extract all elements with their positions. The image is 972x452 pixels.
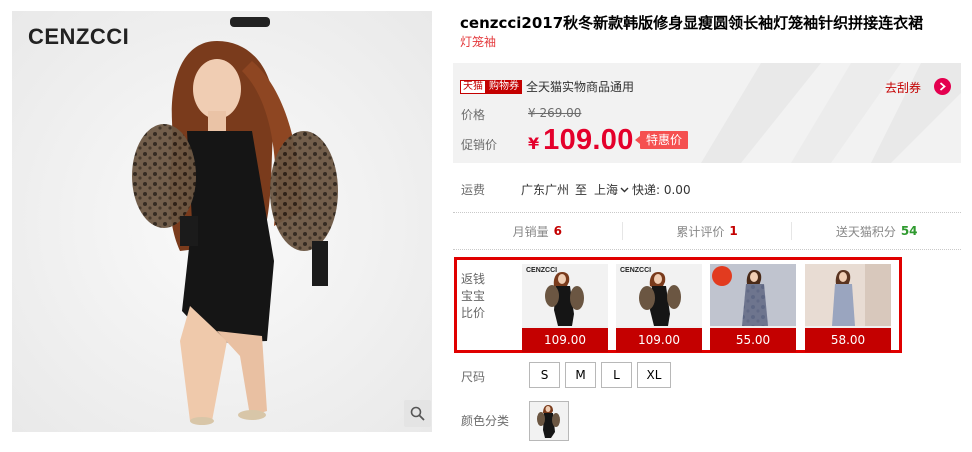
compare-item[interactable]: 58.00: [805, 264, 891, 352]
compare-brand-logo: CENZCCI: [620, 267, 652, 274]
chevron-right-icon[interactable]: [934, 78, 951, 95]
currency-symbol: ¥: [528, 134, 540, 153]
product-title: cenzcci2017秋冬新款韩版修身显瘦圆领长袖灯笼袖针织拼接连衣裙: [460, 14, 924, 32]
stat-value: 6: [553, 224, 563, 238]
stats-bar: 月销量 6 累计评价 1 送天猫积分 54: [453, 212, 961, 250]
tmall-tag: 天猫: [460, 79, 486, 94]
original-price: ¥ 269.00: [528, 106, 582, 120]
coupon-text: 全天猫实物商品通用: [526, 80, 635, 94]
compare-price: 109.00: [616, 328, 702, 352]
compare-price: 55.00: [710, 328, 796, 352]
size-option-xl[interactable]: XL: [637, 362, 671, 388]
ship-destination-select[interactable]: 上海: [591, 179, 632, 200]
promo-badge: 特惠价: [634, 131, 689, 149]
compare-price: 58.00: [805, 328, 891, 352]
color-swatch-image: [530, 402, 568, 440]
ship-to-word: 至: [575, 183, 588, 197]
stat-label: 月销量: [512, 224, 549, 239]
size-option-m[interactable]: M: [565, 362, 596, 388]
product-subtitle: 灯笼袖: [460, 35, 497, 49]
shipping-fee: 快递: 0.00: [632, 183, 691, 197]
get-coupon-link[interactable]: 去刮券: [885, 79, 921, 96]
compare-item[interactable]: CENZCCI 109.00: [522, 264, 608, 352]
chevron-down-icon: [620, 187, 629, 192]
compare-thumbnail: [710, 264, 796, 326]
ship-from: 广东广州: [521, 183, 570, 197]
size-option-l[interactable]: L: [601, 362, 632, 388]
price-compare-label: 返钱宝宝比价: [461, 272, 486, 320]
shipping-label: 运费: [461, 183, 486, 197]
coupon-row: 天猫 购物券 全天猫实物商品通用: [460, 78, 634, 95]
stat-label: 累计评价: [676, 224, 725, 239]
orig-price-label: 价格: [461, 108, 486, 122]
stat-monthly-sales: 月销量 6: [453, 213, 622, 249]
stat-points: 送天猫积分 54: [791, 222, 961, 240]
product-main-image[interactable]: [12, 11, 432, 432]
promo-price-label: 促销价: [461, 138, 498, 152]
stat-reviews[interactable]: 累计评价 1: [621, 222, 792, 240]
size-option-s[interactable]: S: [529, 362, 560, 388]
size-label: 尺码: [461, 370, 486, 384]
color-label: 颜色分类: [461, 414, 510, 428]
compare-item[interactable]: CENZCCI 109.00: [616, 264, 702, 352]
stat-value: 1: [729, 224, 738, 238]
stat-label: 送天猫积分: [835, 224, 896, 239]
compare-item[interactable]: 55.00: [710, 264, 796, 352]
stat-value: 54: [900, 224, 918, 238]
promo-price-group: ¥ 109.00: [528, 124, 634, 157]
color-option-swatch[interactable]: [529, 401, 569, 441]
compare-price: 109.00: [522, 328, 608, 352]
promo-price: 109.00: [543, 124, 634, 156]
ship-destination: 上海: [594, 183, 619, 197]
compare-brand-logo: CENZCCI: [526, 267, 558, 274]
coupon-tag: 购物券: [486, 79, 522, 94]
brand-logo: CENZCCI: [28, 24, 130, 49]
watermark-pattern: [701, 63, 961, 163]
zoom-icon[interactable]: [404, 400, 431, 427]
compare-thumbnail: [805, 264, 891, 326]
